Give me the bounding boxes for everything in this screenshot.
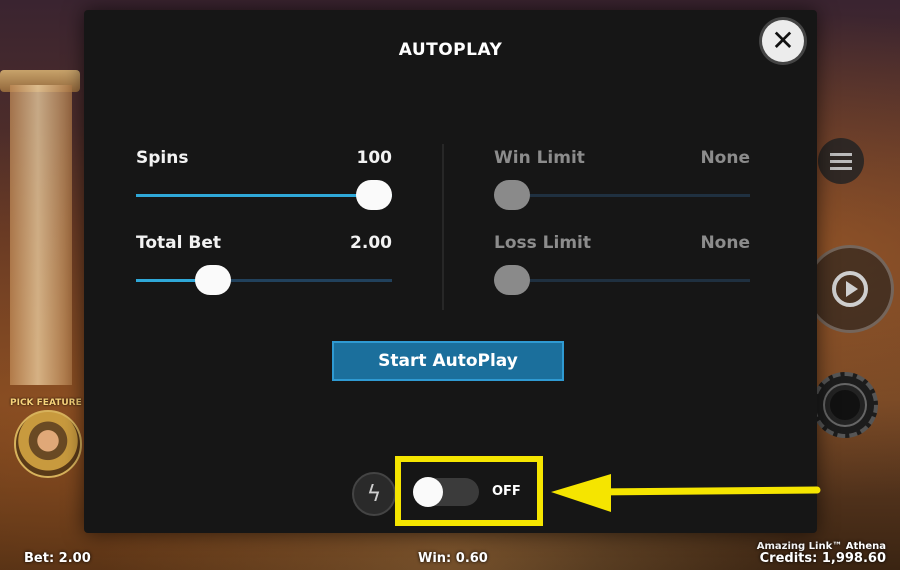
background-column [10,85,72,385]
slider-thumb[interactable] [494,180,530,210]
slider-fill [136,194,392,197]
toggle-state-label: OFF [492,484,521,499]
slider-label: Spins [136,148,189,168]
footer-credits: Credits: 1,998.60 [759,551,886,566]
annotation-arrow-icon [551,474,821,512]
slider-value: None [700,148,750,168]
slider-value: 2.00 [350,233,392,253]
lightning-icon: ϟ [366,481,382,507]
footer-bet: Bet: 2.00 [24,551,91,566]
slider-thumb[interactable] [494,265,530,295]
slider-value: 100 [356,148,393,168]
footer-win: Win: 0.60 [418,551,488,566]
slider-value: None [700,233,750,253]
toggle-knob [413,477,443,507]
play-icon [832,271,868,307]
slider-track[interactable] [494,180,750,210]
athena-portrait-icon [14,410,82,478]
slider-track[interactable] [494,265,750,295]
slider-label: Win Limit [494,148,585,168]
slider-label: Loss Limit [494,233,591,253]
menu-button[interactable] [818,138,864,184]
slider-label: Total Bet [136,233,221,253]
slider-track[interactable] [136,180,392,210]
chip-icon [825,385,865,425]
pick-feature-label: PICK FEATURE [10,398,82,408]
status-footer: Bet: 2.00 Win: 0.60 Amazing Link™ Athena… [0,541,900,570]
autoplay-toggle[interactable] [413,477,479,507]
turbo-button[interactable]: ϟ [352,472,396,516]
pick-feature-badge[interactable]: PICK FEATURE [10,398,86,478]
slider-track[interactable] [136,265,392,295]
spin-button[interactable] [806,245,894,333]
bet-chip-button[interactable] [812,372,878,438]
slider-thumb[interactable] [195,265,231,295]
close-icon: ✕ [771,24,795,57]
slider-thumb[interactable] [356,180,392,210]
dialog-title: AUTOPLAY [398,40,503,60]
close-button[interactable]: ✕ [762,20,804,62]
autoplay-dialog: AUTOPLAY ✕ Spins 100 Total Bet 2.00 Win … [84,10,817,533]
column-divider [442,144,444,310]
hamburger-icon [830,159,852,163]
start-autoplay-button[interactable]: Start AutoPlay [332,341,564,381]
